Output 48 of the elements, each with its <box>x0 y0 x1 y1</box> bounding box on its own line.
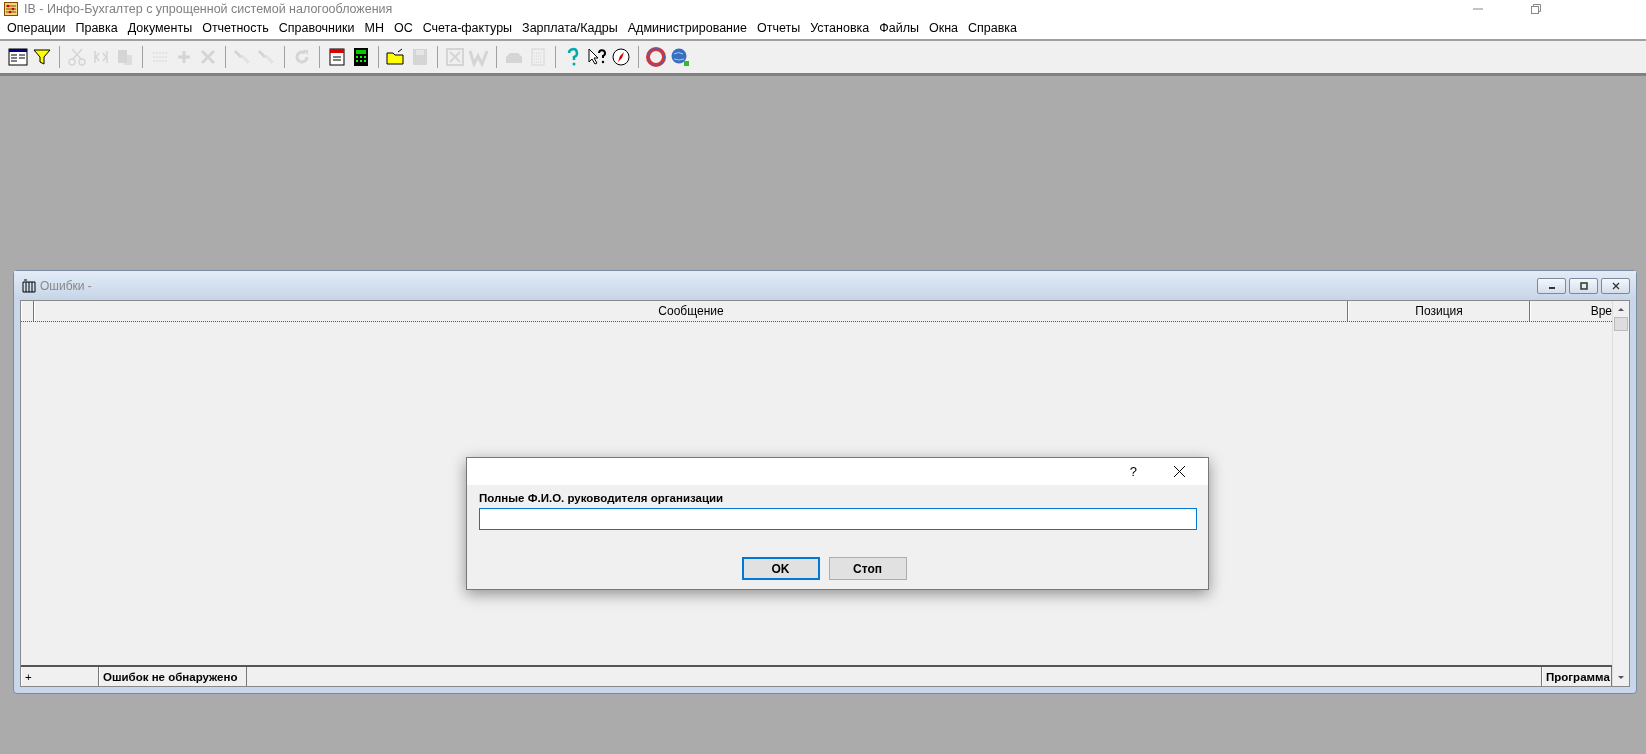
menu-item[interactable]: Администрирование <box>622 21 752 35</box>
column-header[interactable] <box>21 301 34 321</box>
menu-item[interactable]: Справка <box>963 21 1023 35</box>
scroll-thumb[interactable] <box>1614 317 1628 331</box>
help-button[interactable]: ? <box>1129 464 1137 479</box>
maximize-button[interactable] <box>1569 277 1598 294</box>
field-label: Полные Ф.И.О. руководителя организации <box>479 491 725 506</box>
form-icon[interactable] <box>8 47 28 67</box>
menu-item[interactable]: Отчеты <box>751 21 806 35</box>
window-title: Ошибки - <box>40 278 92 293</box>
column-header[interactable]: Позиция <box>1348 301 1530 321</box>
column-header[interactable]: Вре <box>1530 301 1612 321</box>
filter-icon[interactable] <box>32 47 52 67</box>
restore-icon[interactable] <box>1530 3 1542 15</box>
menu-item[interactable]: Отчетность <box>197 21 274 35</box>
lifebuoy-icon[interactable] <box>646 47 666 67</box>
name-input-field[interactable] <box>479 508 1197 530</box>
close-button[interactable] <box>1601 277 1630 294</box>
menu-item[interactable]: Документы <box>122 21 198 35</box>
menu-item[interactable]: МН <box>359 21 389 35</box>
menu-item[interactable]: Установка <box>805 21 875 35</box>
columns-icon <box>22 278 36 293</box>
menu-item[interactable]: Окна <box>924 21 964 35</box>
folder-icon[interactable] <box>386 47 406 67</box>
status-cell: Ошибок не обнаружено <box>99 667 247 686</box>
pointer-help-icon[interactable] <box>587 47 607 67</box>
calculator-icon[interactable] <box>351 47 371 67</box>
column-header[interactable]: Сообщение <box>34 301 1348 321</box>
minimize-button[interactable] <box>1537 277 1566 294</box>
close-icon <box>1610 281 1621 290</box>
status-cell: + <box>21 667 99 686</box>
menu-item[interactable]: Правка <box>70 21 123 35</box>
maximize-icon <box>1578 281 1589 290</box>
window-title: IB - Инфо-Бухгалтер с упрощенной системой налогообложения <box>24 2 393 16</box>
menu-item[interactable]: Операции <box>2 21 71 35</box>
ok-button[interactable]: OK <box>741 557 820 580</box>
compass-icon[interactable] <box>611 47 631 67</box>
menu-item[interactable]: ОС <box>388 21 418 35</box>
vertical-scrollbar[interactable] <box>1612 301 1629 686</box>
menu-item[interactable]: Файлы <box>874 21 924 35</box>
calendar-icon[interactable] <box>327 47 347 67</box>
stop-button[interactable]: Стоп <box>828 557 907 580</box>
menu-item[interactable]: Справочники <box>273 21 360 35</box>
menu-item[interactable]: Счета-фактуры <box>417 21 518 35</box>
globe-icon[interactable] <box>670 47 690 67</box>
abacus-icon <box>4 2 18 16</box>
close-icon[interactable] <box>1173 465 1186 478</box>
menu-item[interactable]: Зарплата/Кадры <box>517 21 623 35</box>
